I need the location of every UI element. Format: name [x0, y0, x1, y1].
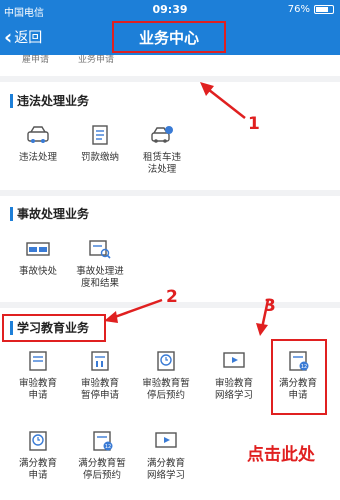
annotation-number-2: 2	[166, 287, 178, 307]
annotation-number-3: 3	[264, 296, 276, 316]
annotation-arrows	[104, 82, 270, 336]
annotation-number-1: 1	[248, 114, 260, 134]
annotation-click-here: 点击此处	[247, 445, 315, 465]
